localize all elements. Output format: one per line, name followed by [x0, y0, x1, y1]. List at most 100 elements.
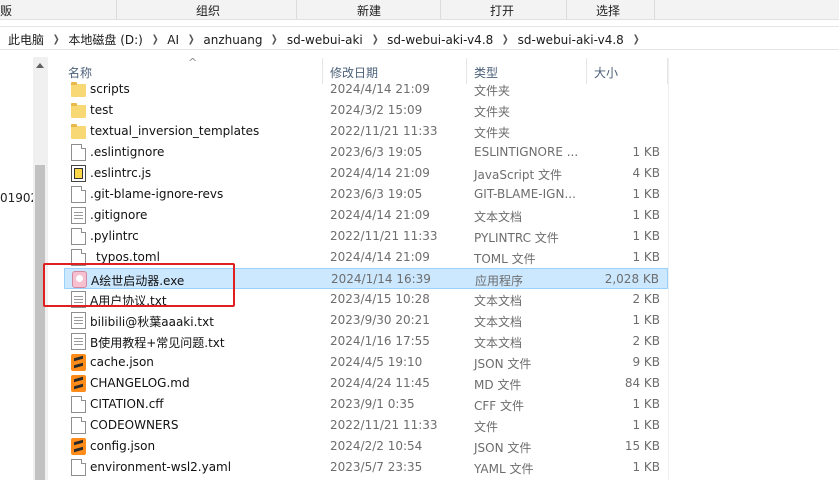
address-bar[interactable]: 此电脑 ❯ 本地磁盘 (D:) ❯ AI ❯ anzhuang ❯ sd-web… [0, 26, 839, 50]
file-row[interactable]: bilibili@秋葉aaaki.txt 2023/9/30 20:21 文本文档 1… [64, 310, 668, 331]
ribbon-group-clipboard: 贩 [0, 4, 13, 18]
folder-icon [71, 103, 86, 118]
chevron-right-icon[interactable]: ❯ [53, 34, 60, 45]
file-icon [71, 186, 86, 203]
file-size: 1 KB [632, 229, 660, 243]
file-row[interactable]: CODEOWNERS 2022/11/21 11:33 文件 1 KB [64, 415, 668, 436]
file-name: .eslintignore [90, 145, 165, 159]
file-size: 4 KB [632, 166, 660, 180]
file-type: ESLINTIGNORE ... [474, 145, 579, 159]
folder-icon [71, 124, 86, 139]
red-highlight-box [43, 263, 235, 307]
file-name: config.json [90, 439, 156, 453]
file-size: 15 KB [624, 439, 660, 453]
file-row[interactable]: .gitignore 2024/4/14 21:09 文本文档 1 KB [64, 205, 668, 226]
file-row[interactable]: cache.json 2024/4/5 19:10 JSON 文件 9 KB [64, 352, 668, 373]
file-type: JSON 文件 [474, 441, 532, 455]
scrollbar-thumb[interactable] [35, 165, 45, 480]
chevron-right-icon[interactable]: ❯ [633, 34, 640, 45]
file-size: 2 KB [632, 334, 660, 348]
breadcrumb-ai[interactable]: AI [167, 33, 179, 47]
chevron-right-icon[interactable]: ❯ [372, 34, 379, 45]
text-file-icon [71, 207, 86, 224]
file-type: PYLINTRC 文件 [474, 231, 559, 245]
file-name: cache.json [90, 355, 154, 369]
chevron-right-icon[interactable]: ❯ [152, 34, 159, 45]
file-type: 应用程序 [475, 274, 524, 288]
breadcrumb: 此电脑 ❯ 本地磁盘 (D:) ❯ AI ❯ anzhuang ❯ sd-web… [8, 31, 648, 48]
chevron-right-icon[interactable]: ❯ [271, 34, 278, 45]
file-date-modified: 2023/9/30 20:21 [330, 313, 430, 327]
breadcrumb-this-pc[interactable]: 此电脑 [8, 31, 44, 48]
file-type: GIT-BLAME-IGN... [474, 187, 576, 201]
file-date-modified: 2022/11/21 11:33 [330, 418, 438, 432]
ribbon-group-organize: 组织 [196, 4, 221, 18]
file-name: .eslintrc.js [90, 166, 152, 180]
file-row[interactable]: B使用教程+常见问题.txt 2024/1/16 17:55 文本文档 2 KB [64, 331, 668, 352]
file-row[interactable]: CITATION.cff 2023/9/1 0:35 CFF 文件 1 KB [64, 394, 668, 415]
ribbon-group-open: 打开 [490, 4, 515, 18]
file-row[interactable]: textual_inversion_templates 2022/11/21 11… [64, 121, 668, 142]
file-type: TOML 文件 [474, 252, 536, 266]
chevron-right-icon[interactable]: ❯ [188, 34, 195, 45]
file-name: _typos.toml [90, 250, 160, 264]
ribbon-group-select: 选择 [596, 4, 621, 18]
file-date-modified: 2022/11/21 11:33 [330, 229, 438, 243]
file-date-modified: 2024/1/14 16:39 [331, 272, 431, 286]
file-row[interactable]: config.json 2024/2/2 10:54 JSON 文件 15 KB [64, 436, 668, 457]
breadcrumb-sd-webui-aki-v4-8[interactable]: sd-webui-aki-v4.8 [387, 33, 493, 47]
folder-icon [71, 82, 86, 97]
breadcrumb-local-disk-d[interactable]: 本地磁盘 (D:) [68, 31, 142, 48]
file-size: 1 KB [632, 208, 660, 222]
file-name: CODEOWNERS [90, 418, 179, 432]
breadcrumb-current-folder[interactable]: sd-webui-aki-v4.8 [518, 33, 624, 47]
file-date-modified: 2024/4/14 21:09 [330, 208, 430, 222]
file-type: YAML 文件 [474, 462, 534, 476]
file-date-modified: 2024/3/2 15:09 [330, 103, 423, 117]
file-row[interactable]: .eslintignore 2023/6/3 19:05 ESLINTIGNORE … [64, 142, 668, 163]
file-size: 84 KB [624, 376, 660, 390]
file-date-modified: 2024/4/5 19:10 [330, 355, 423, 369]
file-type: 文本文档 [474, 315, 523, 329]
breadcrumb-sd-webui-aki[interactable]: sd-webui-aki [287, 33, 363, 47]
file-name: textual_inversion_templates [90, 124, 260, 138]
file-date-modified: 2023/5/7 23:35 [330, 460, 423, 474]
file-type: 文件 [474, 420, 499, 434]
file-row[interactable]: .eslintrc.js 2024/4/14 21:09 JavaScript 文件… [64, 163, 668, 184]
file-size: 1 KB [632, 418, 660, 432]
file-row[interactable]: CHANGELOG.md 2024/4/24 11:45 MD 文件 84 KB [64, 373, 668, 394]
file-date-modified: 2022/11/21 11:33 [330, 124, 438, 138]
ribbon-group-new: 新建 [357, 4, 382, 18]
ribbon-separator [566, 0, 567, 19]
file-date-modified: 2024/4/14 21:09 [330, 250, 430, 264]
chevron-right-icon[interactable]: ❯ [502, 34, 509, 45]
file-type: 文本文档 [474, 294, 523, 308]
file-size: 1 KB [632, 187, 660, 201]
file-size: 1 KB [632, 397, 660, 411]
scroll-up-arrow-icon[interactable] [36, 63, 44, 68]
text-file-icon [71, 333, 86, 350]
breadcrumb-anzhuang[interactable]: anzhuang [203, 33, 262, 47]
file-date-modified: 2023/6/3 19:05 [330, 145, 423, 159]
file-type: MD 文件 [474, 378, 522, 392]
file-size: 1 KB [632, 313, 660, 327]
ribbon-separator [440, 0, 441, 19]
file-row[interactable]: environment-wsl2.yaml 2023/5/7 23:35 YAML … [64, 457, 668, 478]
file-icon [71, 459, 86, 476]
file-date-modified: 2023/9/1 0:35 [330, 397, 415, 411]
file-row[interactable]: .pylintrc 2022/11/21 11:33 PYLINTRC 文件 1 KB [64, 226, 668, 247]
file-date-modified: 2024/4/24 11:45 [330, 376, 430, 390]
file-icon [71, 396, 86, 413]
file-icon [71, 144, 86, 161]
file-row[interactable]: test 2024/3/2 15:09 文件夹 [64, 100, 668, 121]
file-row[interactable]: scripts 2024/4/14 21:09 文件夹 [64, 79, 668, 100]
file-date-modified: 2023/4/15 10:28 [330, 292, 430, 306]
file-row[interactable]: .git-blame-ignore-revs 2023/6/3 19:05 GIT-… [64, 184, 668, 205]
pane-divider [668, 58, 669, 480]
file-size: 1 KB [632, 460, 660, 474]
file-date-modified: 2024/4/14 21:09 [330, 82, 430, 96]
file-type: 文件夹 [474, 105, 511, 119]
file-name: scripts [90, 82, 130, 96]
file-date-modified: 2023/6/3 19:05 [330, 187, 423, 201]
ribbon-group-labels: 贩 组织 新建 打开 选择 [0, 0, 839, 20]
